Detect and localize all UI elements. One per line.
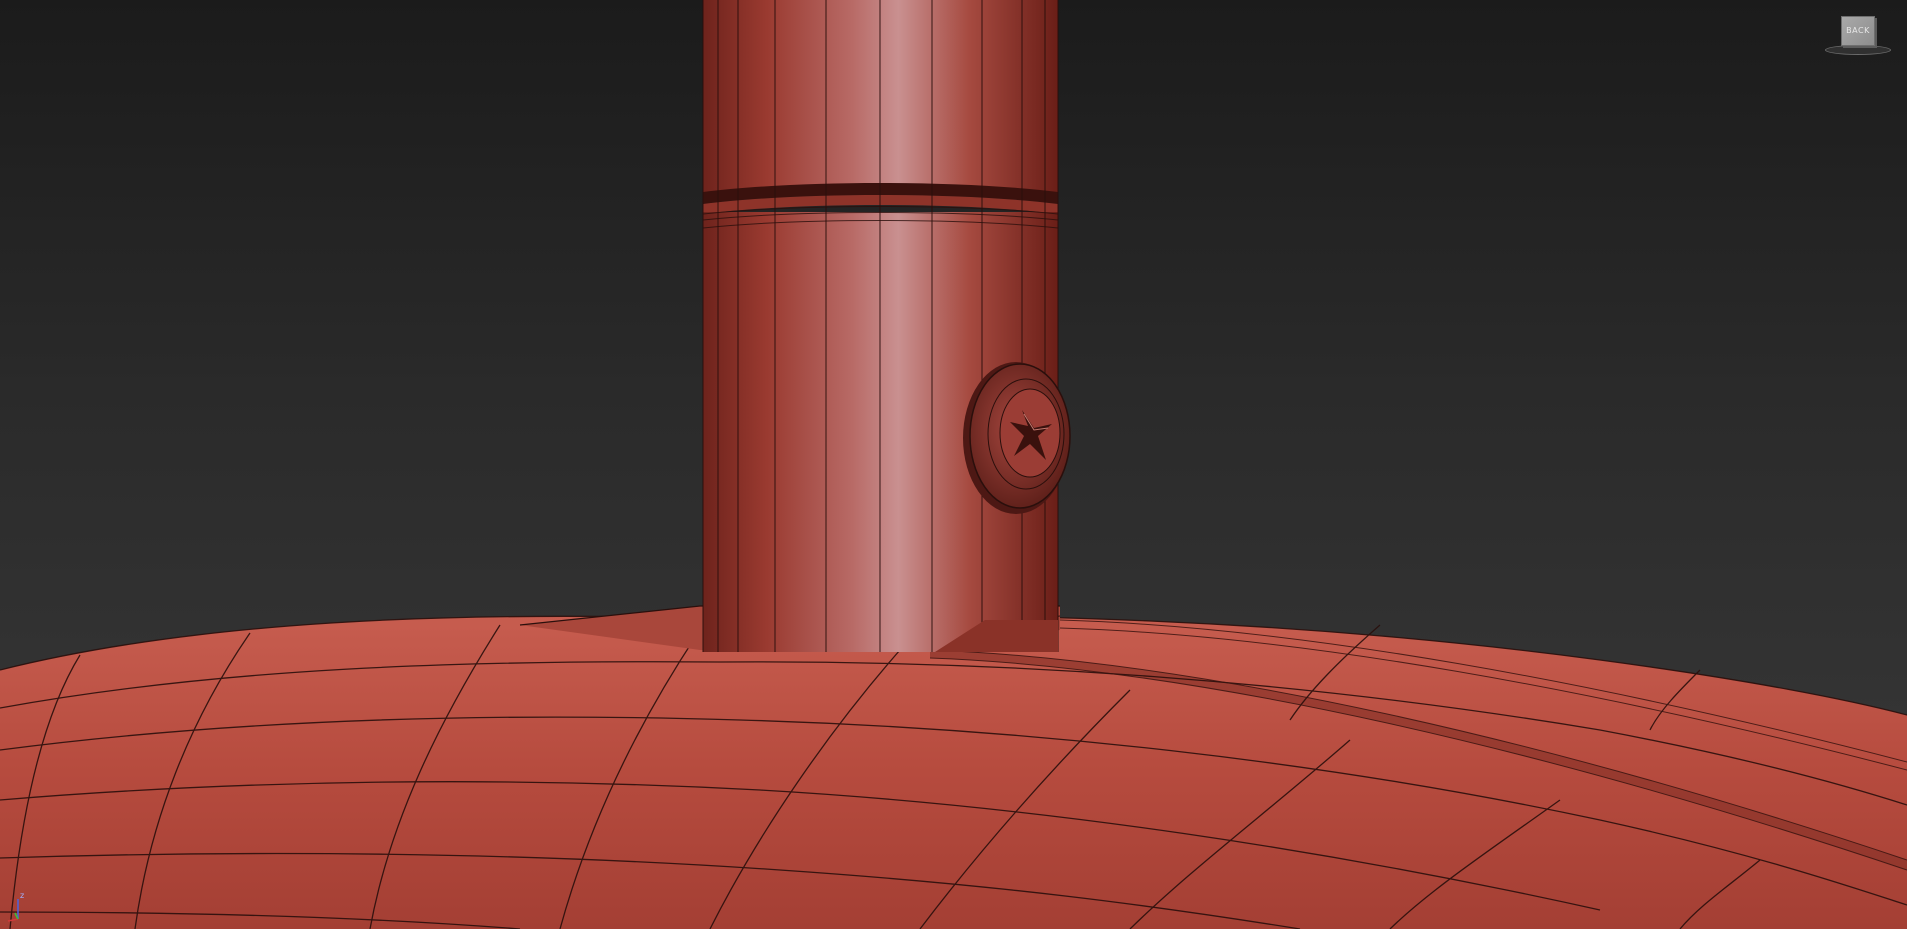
base-surface[interactable] (0, 614, 1907, 929)
x-axis-line (7, 918, 19, 922)
viewcube-compass-ring[interactable] (1825, 45, 1891, 55)
scene-render[interactable] (0, 0, 1907, 929)
viewcube-face-label[interactable]: BACK (1841, 16, 1875, 46)
z-axis-label: z (20, 891, 24, 900)
3d-viewport[interactable]: BACK z (0, 0, 1907, 929)
vertical-pipe[interactable] (702, 0, 1059, 652)
viewcube[interactable]: BACK (1825, 12, 1891, 56)
axis-tripod-icon: z (7, 891, 24, 922)
